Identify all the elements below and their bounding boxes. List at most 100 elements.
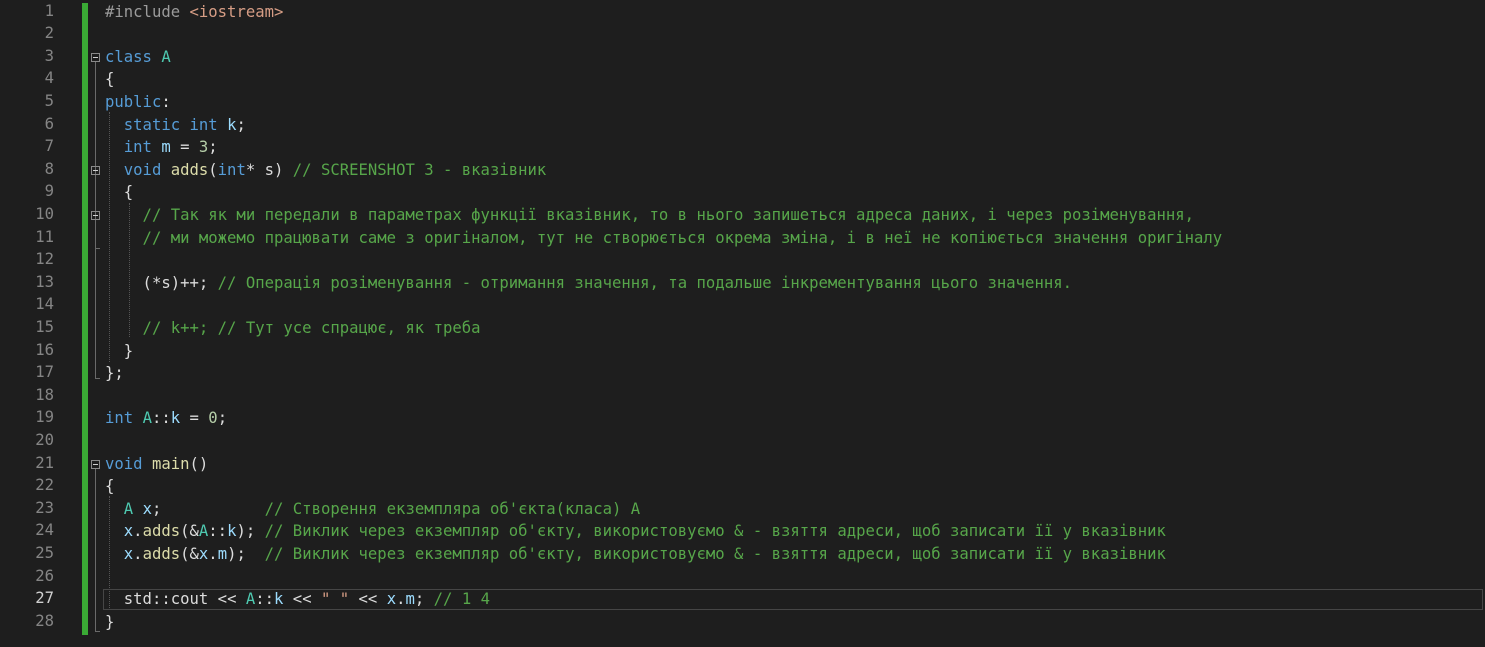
code-token: m: [405, 590, 415, 609]
code-token: class: [105, 47, 162, 66]
code-token: 3: [198, 138, 209, 157]
code-token: 0: [208, 409, 218, 428]
code-text[interactable]: A x; // Створення екземпляра об'єкта(кла…: [105, 498, 640, 521]
code-text[interactable]: int A::k = 0;: [105, 407, 227, 430]
code-token: );: [227, 544, 265, 563]
code-line[interactable]: 11 // ми можемо працювати саме з оригіна…: [0, 227, 1485, 250]
code-text[interactable]: void adds(int* s) // SCREENSHOT 3 - вказ…: [105, 159, 547, 182]
code-text[interactable]: (*s)++; // Операція розіменування - отри…: [105, 272, 1072, 295]
code-text[interactable]: {: [105, 68, 114, 91]
code-token: m: [161, 138, 171, 157]
code-token: k: [170, 409, 181, 428]
code-line[interactable]: 12: [0, 249, 1485, 272]
code-token: // k++; // Тут усе спрацює, як треба: [105, 318, 481, 337]
code-text[interactable]: std::cout << A::k << " " << x.m; // 1 4: [105, 588, 490, 611]
collapse-toggle-icon[interactable]: [91, 52, 100, 62]
code-text[interactable]: }: [105, 340, 133, 363]
line-number: 4: [44, 69, 54, 88]
code-line[interactable]: 23 A x; // Створення екземпляра об'єкта(…: [0, 498, 1485, 521]
code-line[interactable]: 10 // Так як ми передали в параметрах фу…: [0, 204, 1485, 227]
code-text[interactable]: // ми можемо працювати саме з оригіналом…: [105, 227, 1223, 250]
code-token: #include: [105, 2, 190, 21]
code-line[interactable]: 26: [0, 566, 1485, 589]
code-token: }: [105, 341, 134, 360]
code-line[interactable]: 3 class A: [0, 46, 1485, 69]
code-line[interactable]: 14: [0, 294, 1485, 317]
code-text[interactable]: #include <iostream>: [105, 1, 283, 24]
code-text[interactable]: {: [105, 181, 133, 204]
code-token: ;: [208, 138, 218, 157]
code-line[interactable]: 20: [0, 430, 1485, 453]
code-token: cout: [170, 590, 209, 609]
code-token: int: [105, 138, 162, 157]
code-token: int: [217, 160, 246, 179]
line-number: 2: [44, 24, 54, 43]
code-editor[interactable]: 1 #include <iostream> 2 3 class A 4{5 public: 6…: [0, 0, 1485, 647]
code-line[interactable]: 4{: [0, 68, 1485, 91]
code-line[interactable]: 2: [0, 23, 1485, 46]
code-line[interactable]: 27 std::cout << A::k << " " << x.m; // 1…: [0, 588, 1485, 611]
code-text[interactable]: // Так як ми передали в параметрах функц…: [105, 204, 1195, 227]
code-token: {: [105, 477, 115, 496]
code-token: x: [198, 544, 209, 563]
code-line[interactable]: 24 x.adds(&A::k); // Виклик через екземп…: [0, 520, 1485, 543]
code-text[interactable]: }: [105, 611, 114, 634]
line-number: 12: [35, 250, 54, 269]
code-line[interactable]: 9 {: [0, 181, 1485, 204]
code-token: x: [142, 499, 152, 518]
code-line[interactable]: 16 }: [0, 340, 1485, 363]
code-token: m: [217, 544, 228, 563]
code-text[interactable]: };: [105, 362, 124, 385]
code-text[interactable]: int m = 3;: [105, 136, 218, 159]
code-token: };: [105, 364, 124, 383]
code-line[interactable]: 6 static int k;: [0, 114, 1485, 137]
code-line[interactable]: 19 int A::k = 0;: [0, 407, 1485, 430]
line-number: 17: [35, 363, 54, 382]
code-text[interactable]: {: [105, 475, 114, 498]
code-token: x: [386, 590, 397, 609]
code-token: ;: [236, 115, 246, 134]
code-line[interactable]: 8 void adds(int* s) // SCREENSHOT 3 - вк…: [0, 159, 1485, 182]
code-line[interactable]: 21 void main(): [0, 453, 1485, 476]
line-number: 18: [35, 385, 54, 404]
code-token: // Операція розіменування - отримання зн…: [217, 273, 1073, 292]
code-token: =: [170, 138, 199, 157]
code-line[interactable]: 28}: [0, 611, 1485, 634]
code-line[interactable]: 7 int m = 3;: [0, 136, 1485, 159]
line-number: 13: [35, 272, 54, 291]
code-line[interactable]: 18: [0, 385, 1485, 408]
line-number: 26: [35, 566, 54, 585]
code-line[interactable]: 1 #include <iostream>: [0, 1, 1485, 24]
line-number: 3: [44, 46, 54, 65]
code-line[interactable]: 13 (*s)++; // Операція розіменування - о…: [0, 272, 1485, 295]
code-text[interactable]: x.adds(&A::k); // Виклик через екземпляр…: [105, 520, 1166, 543]
line-number: 28: [35, 611, 54, 630]
code-text[interactable]: public:: [105, 91, 171, 114]
code-token: // SCREENSHOT 3 - вказівник: [292, 160, 547, 179]
code-text[interactable]: x.adds(&x.m); // Виклик через екземпляр …: [105, 543, 1166, 566]
line-number: 23: [35, 498, 54, 517]
code-text[interactable]: static int k;: [105, 114, 246, 137]
code-token: // Виклик через екземпляр об'єкту, викор…: [264, 544, 1166, 563]
line-number: 15: [35, 317, 54, 336]
code-token: adds: [142, 544, 181, 563]
code-line[interactable]: 17};: [0, 362, 1485, 385]
code-token: .: [396, 590, 406, 609]
collapse-toggle-icon[interactable]: [91, 210, 100, 220]
collapse-toggle-icon[interactable]: [91, 459, 100, 469]
code-token: ;: [151, 499, 265, 518]
code-text[interactable]: void main(): [105, 453, 208, 476]
code-token: main: [151, 454, 190, 473]
line-number: 11: [35, 227, 54, 246]
code-line[interactable]: 25 x.adds(&x.m); // Виклик через екземпл…: [0, 543, 1485, 566]
collapse-toggle-icon[interactable]: [91, 165, 100, 175]
line-number: 10: [35, 204, 54, 223]
code-text[interactable]: class A: [105, 46, 171, 69]
code-line[interactable]: 15 // k++; // Тут усе спрацює, як треба: [0, 317, 1485, 340]
code-token: A: [142, 409, 152, 428]
code-line[interactable]: 5 public:: [0, 91, 1485, 114]
code-text[interactable]: // k++; // Тут усе спрацює, як треба: [105, 317, 481, 340]
code-line[interactable]: 22 {: [0, 475, 1485, 498]
code-token: ::: [151, 409, 171, 428]
code-token: void: [105, 454, 152, 473]
